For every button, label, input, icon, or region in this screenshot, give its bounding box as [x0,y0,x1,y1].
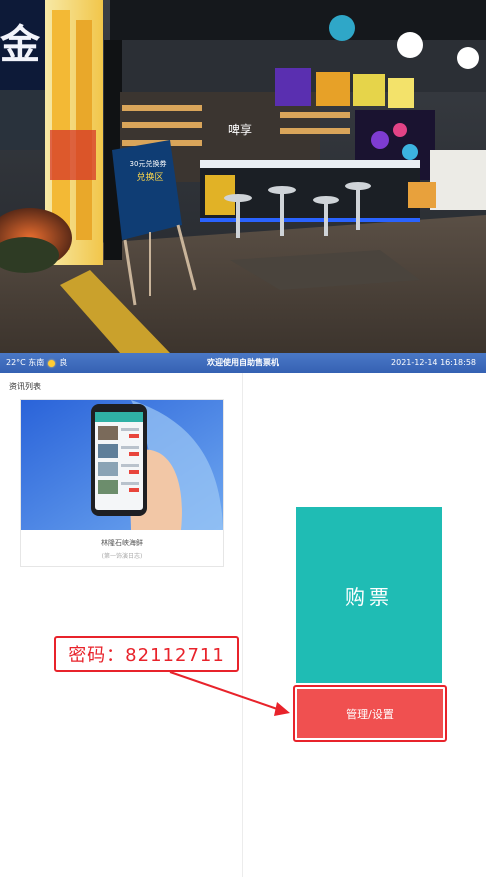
weather-quality: 良 [59,358,68,367]
weather-text: 22°C 东南 [6,358,45,367]
banner-photo: 30元兑换券 兑换区 啤享 金 [0,0,486,353]
building-sign-text: 金 [0,22,41,68]
news-panel: 资讯列表 林隆石峡海鲜 (第一饰演日志) [0,373,243,877]
main-content: 资讯列表 林隆石峡海鲜 (第一饰演日志) 购票 管理/设置 [0,373,486,877]
weather-info: 22°C 东南 良 [6,353,67,373]
banner-scene-image: 30元兑换券 兑换区 啤享 金 [0,0,486,353]
manage-settings-button[interactable]: 管理/设置 [297,689,443,738]
easel-sign-line-1: 30元兑换券 [130,159,167,168]
news-thumbnail [21,400,223,530]
phone-in-hand-image [21,400,223,530]
bar-sign-text: 啤享 [228,122,252,137]
sun-icon [48,359,56,367]
news-section-title: 资讯列表 [9,382,41,391]
action-panel: 购票 管理/设置 [243,373,486,877]
buy-ticket-button[interactable]: 购票 [296,507,442,683]
status-bar: 22°C 东南 良 欢迎使用自助售票机 2021-12-14 16:18:58 [0,353,486,373]
news-item-subtitle: (第一饰演日志) [101,553,143,560]
password-annotation: 密码：82112711 [54,636,239,672]
easel-sign-line-2: 兑换区 [136,171,163,183]
news-item-title: 林隆石峡海鲜 [101,539,143,547]
kiosk-screen: 30元兑换券 兑换区 啤享 金 22°C 东南 良 欢迎使用自助售票机 2021… [0,0,486,877]
news-card[interactable]: 林隆石峡海鲜 (第一饰演日志) [20,399,224,567]
datetime: 2021-12-14 16:18:58 [391,358,476,367]
